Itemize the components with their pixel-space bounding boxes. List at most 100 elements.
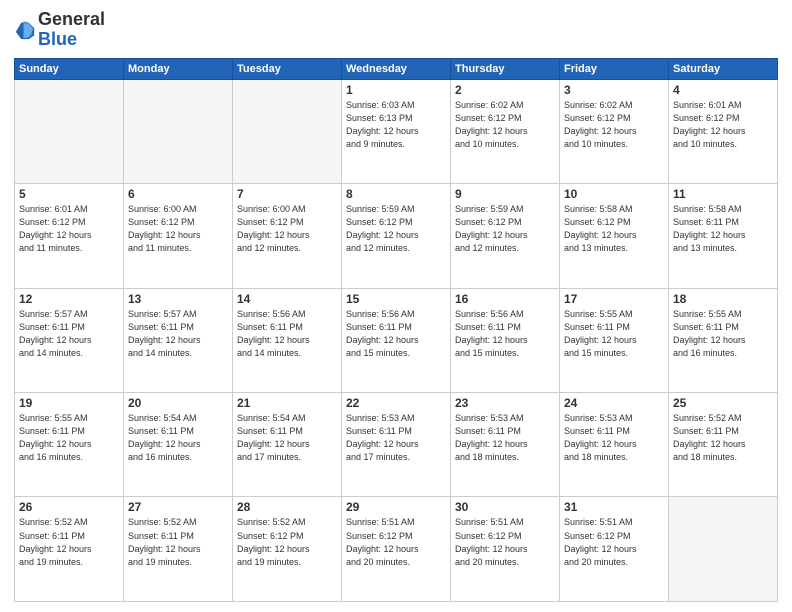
calendar-cell: 13 Sunrise: 5:57 AMSunset: 6:11 PMDayligh…: [124, 288, 233, 392]
day-info: Sunrise: 6:00 AMSunset: 6:12 PMDaylight:…: [128, 203, 228, 255]
day-info: Sunrise: 5:52 AMSunset: 6:11 PMDaylight:…: [19, 516, 119, 568]
logo-icon: [14, 19, 36, 41]
day-number: 25: [673, 396, 773, 410]
day-info: Sunrise: 5:55 AMSunset: 6:11 PMDaylight:…: [564, 308, 664, 360]
day-number: 31: [564, 500, 664, 514]
day-number: 10: [564, 187, 664, 201]
day-number: 5: [19, 187, 119, 201]
day-info: Sunrise: 5:56 AMSunset: 6:11 PMDaylight:…: [237, 308, 337, 360]
day-info: Sunrise: 5:52 AMSunset: 6:11 PMDaylight:…: [673, 412, 773, 464]
calendar-cell: 3Sunrise: 6:02 AMSunset: 6:12 PMDaylight…: [560, 79, 669, 183]
day-info: Sunrise: 5:51 AMSunset: 6:12 PMDaylight:…: [564, 516, 664, 568]
calendar-cell: 6 Sunrise: 6:00 AMSunset: 6:12 PMDaylight…: [124, 184, 233, 288]
calendar-cell: 18 Sunrise: 5:55 AMSunset: 6:11 PMDayligh…: [669, 288, 778, 392]
calendar-cell: 10 Sunrise: 5:58 AMSunset: 6:12 PMDayligh…: [560, 184, 669, 288]
calendar-cell: 9 Sunrise: 5:59 AMSunset: 6:12 PMDaylight…: [451, 184, 560, 288]
day-number: 4: [673, 83, 773, 97]
weekday-header-sunday: Sunday: [15, 58, 124, 79]
day-number: 24: [564, 396, 664, 410]
day-number: 26: [19, 500, 119, 514]
logo-line1: General: [38, 10, 105, 30]
day-number: 12: [19, 292, 119, 306]
day-number: 7: [237, 187, 337, 201]
calendar-cell: 29Sunrise: 5:51 AMSunset: 6:12 PMDayligh…: [342, 497, 451, 602]
day-info: Sunrise: 5:56 AMSunset: 6:11 PMDaylight:…: [455, 308, 555, 360]
day-number: 2: [455, 83, 555, 97]
weekday-header-wednesday: Wednesday: [342, 58, 451, 79]
day-number: 21: [237, 396, 337, 410]
calendar-cell: 27Sunrise: 5:52 AMSunset: 6:11 PMDayligh…: [124, 497, 233, 602]
calendar-cell: 23Sunrise: 5:53 AMSunset: 6:11 PMDayligh…: [451, 393, 560, 497]
calendar-cell: [233, 79, 342, 183]
day-info: Sunrise: 5:52 AMSunset: 6:12 PMDaylight:…: [237, 516, 337, 568]
logo-line2: Blue: [38, 30, 105, 50]
day-number: 20: [128, 396, 228, 410]
day-number: 15: [346, 292, 446, 306]
logo: General Blue: [14, 10, 105, 50]
day-number: 19: [19, 396, 119, 410]
calendar-cell: 8Sunrise: 5:59 AMSunset: 6:12 PMDaylight…: [342, 184, 451, 288]
calendar-cell: 26 Sunrise: 5:52 AMSunset: 6:11 PMDayligh…: [15, 497, 124, 602]
day-number: 22: [346, 396, 446, 410]
calendar-cell: 22 Sunrise: 5:53 AMSunset: 6:11 PMDayligh…: [342, 393, 451, 497]
day-number: 13: [128, 292, 228, 306]
calendar-table: SundayMondayTuesdayWednesdayThursdayFrid…: [14, 58, 778, 602]
calendar-cell: 25 Sunrise: 5:52 AMSunset: 6:11 PMDayligh…: [669, 393, 778, 497]
calendar-cell: 19 Sunrise: 5:55 AMSunset: 6:11 PMDayligh…: [15, 393, 124, 497]
weekday-header-tuesday: Tuesday: [233, 58, 342, 79]
calendar-cell: 4 Sunrise: 6:01 AMSunset: 6:12 PMDaylight…: [669, 79, 778, 183]
day-info: Sunrise: 6:03 AMSunset: 6:13 PMDaylight:…: [346, 99, 446, 151]
day-info: Sunrise: 5:57 AMSunset: 6:11 PMDaylight:…: [19, 308, 119, 360]
day-info: Sunrise: 5:58 AMSunset: 6:11 PMDaylight:…: [673, 203, 773, 255]
calendar-cell: 30Sunrise: 5:51 AMSunset: 6:12 PMDayligh…: [451, 497, 560, 602]
day-number: 16: [455, 292, 555, 306]
day-info: Sunrise: 5:57 AMSunset: 6:11 PMDaylight:…: [128, 308, 228, 360]
calendar-cell: 21 Sunrise: 5:54 AMSunset: 6:11 PMDayligh…: [233, 393, 342, 497]
weekday-header-thursday: Thursday: [451, 58, 560, 79]
day-number: 18: [673, 292, 773, 306]
day-info: Sunrise: 5:54 AMSunset: 6:11 PMDaylight:…: [237, 412, 337, 464]
weekday-header-friday: Friday: [560, 58, 669, 79]
calendar-cell: 2 Sunrise: 6:02 AMSunset: 6:12 PMDaylight…: [451, 79, 560, 183]
calendar-week-1: 5Sunrise: 6:01 AMSunset: 6:12 PMDaylight…: [15, 184, 778, 288]
weekday-header-saturday: Saturday: [669, 58, 778, 79]
day-number: 9: [455, 187, 555, 201]
calendar-week-4: 26 Sunrise: 5:52 AMSunset: 6:11 PMDayligh…: [15, 497, 778, 602]
calendar-cell: 31 Sunrise: 5:51 AMSunset: 6:12 PMDayligh…: [560, 497, 669, 602]
calendar-cell: 5Sunrise: 6:01 AMSunset: 6:12 PMDaylight…: [15, 184, 124, 288]
day-number: 6: [128, 187, 228, 201]
calendar-week-3: 19 Sunrise: 5:55 AMSunset: 6:11 PMDayligh…: [15, 393, 778, 497]
calendar-cell: [15, 79, 124, 183]
calendar-week-2: 12 Sunrise: 5:57 AMSunset: 6:11 PMDayligh…: [15, 288, 778, 392]
day-number: 27: [128, 500, 228, 514]
day-info: Sunrise: 5:53 AMSunset: 6:11 PMDaylight:…: [346, 412, 446, 464]
calendar-cell: [669, 497, 778, 602]
day-number: 8: [346, 187, 446, 201]
day-info: Sunrise: 5:53 AMSunset: 6:11 PMDaylight:…: [455, 412, 555, 464]
calendar-cell: 7Sunrise: 6:00 AMSunset: 6:12 PMDaylight…: [233, 184, 342, 288]
day-number: 14: [237, 292, 337, 306]
day-info: Sunrise: 5:53 AMSunset: 6:11 PMDaylight:…: [564, 412, 664, 464]
calendar-cell: 16 Sunrise: 5:56 AMSunset: 6:11 PMDayligh…: [451, 288, 560, 392]
day-info: Sunrise: 5:54 AMSunset: 6:11 PMDaylight:…: [128, 412, 228, 464]
calendar-cell: 17 Sunrise: 5:55 AMSunset: 6:11 PMDayligh…: [560, 288, 669, 392]
calendar-cell: 1 Sunrise: 6:03 AMSunset: 6:13 PMDaylight…: [342, 79, 451, 183]
calendar-cell: 28Sunrise: 5:52 AMSunset: 6:12 PMDayligh…: [233, 497, 342, 602]
day-number: 17: [564, 292, 664, 306]
weekday-header-row: SundayMondayTuesdayWednesdayThursdayFrid…: [15, 58, 778, 79]
day-number: 1: [346, 83, 446, 97]
day-number: 3: [564, 83, 664, 97]
calendar-cell: 12 Sunrise: 5:57 AMSunset: 6:11 PMDayligh…: [15, 288, 124, 392]
page-container: General Blue SundayMondayTuesdayWednesda…: [0, 0, 792, 612]
day-info: Sunrise: 5:55 AMSunset: 6:11 PMDaylight:…: [19, 412, 119, 464]
calendar-cell: 11Sunrise: 5:58 AMSunset: 6:11 PMDayligh…: [669, 184, 778, 288]
calendar-cell: 24 Sunrise: 5:53 AMSunset: 6:11 PMDayligh…: [560, 393, 669, 497]
calendar-cell: 15 Sunrise: 5:56 AMSunset: 6:11 PMDayligh…: [342, 288, 451, 392]
day-info: Sunrise: 5:59 AMSunset: 6:12 PMDaylight:…: [455, 203, 555, 255]
day-info: Sunrise: 5:58 AMSunset: 6:12 PMDaylight:…: [564, 203, 664, 255]
day-number: 29: [346, 500, 446, 514]
day-info: Sunrise: 5:56 AMSunset: 6:11 PMDaylight:…: [346, 308, 446, 360]
day-info: Sunrise: 5:55 AMSunset: 6:11 PMDaylight:…: [673, 308, 773, 360]
day-info: Sunrise: 6:01 AMSunset: 6:12 PMDaylight:…: [673, 99, 773, 151]
day-info: Sunrise: 6:02 AMSunset: 6:12 PMDaylight:…: [455, 99, 555, 151]
